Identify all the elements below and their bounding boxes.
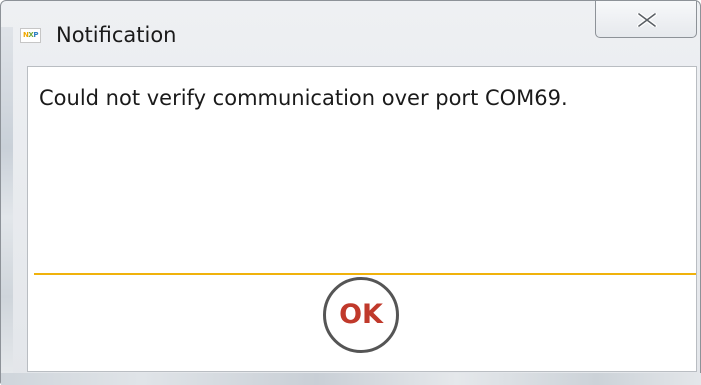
notification-message: Could not verify communication over port…	[39, 86, 568, 110]
notification-window: NXP Notification Could not verify commun…	[0, 0, 701, 385]
dialog-content: Could not verify communication over port…	[27, 66, 697, 372]
background-edge	[1, 373, 701, 385]
nxp-logo-icon: NXP	[20, 28, 41, 43]
background-edge	[1, 27, 13, 373]
window-title: Notification	[56, 23, 177, 47]
close-icon	[637, 13, 657, 27]
divider	[34, 273, 696, 275]
ok-button[interactable]: OK	[323, 277, 399, 353]
close-button[interactable]	[595, 1, 697, 38]
